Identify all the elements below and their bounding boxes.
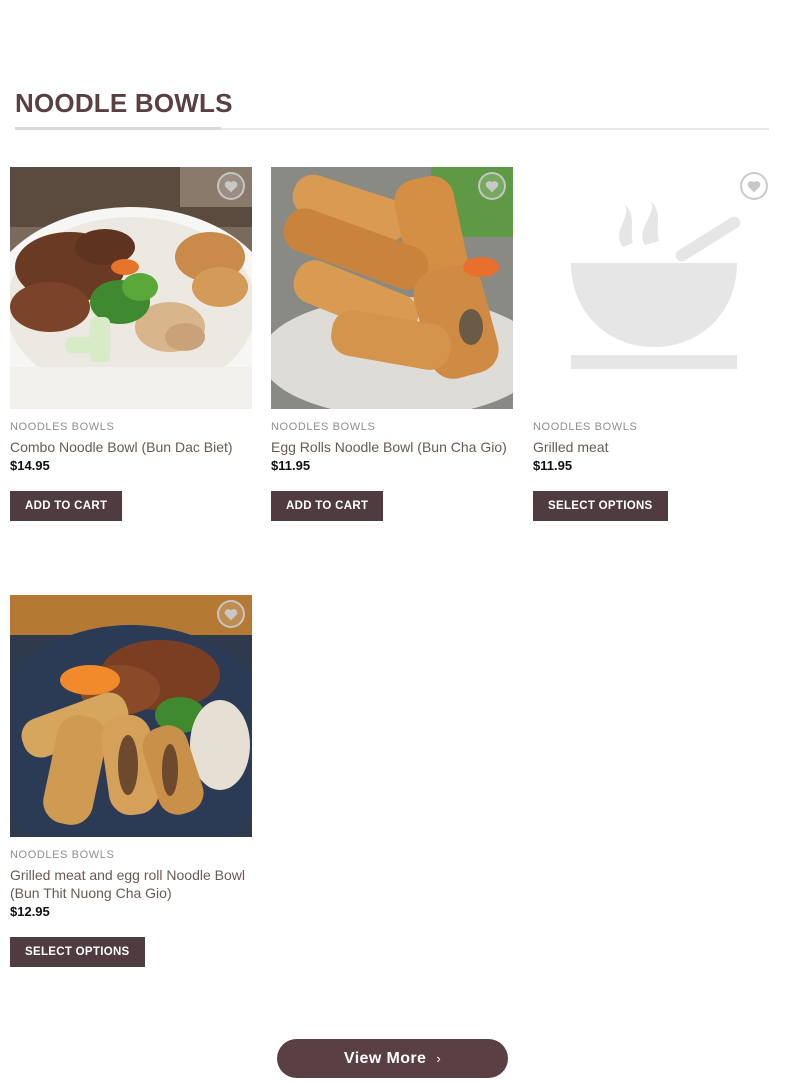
soup-bowl-icon	[533, 167, 775, 409]
heart-icon	[747, 180, 761, 192]
product-price: $11.95	[533, 458, 573, 473]
wishlist-button[interactable]	[217, 600, 245, 628]
view-more-button[interactable]: View More ›	[277, 1039, 508, 1078]
product-category[interactable]: NOODLES BOWLS	[10, 421, 252, 433]
wishlist-button[interactable]	[740, 172, 768, 200]
view-more-label: View More	[343, 1049, 427, 1067]
product-category[interactable]: NOODLES BOWLS	[10, 849, 252, 861]
product-image-grilled-meat-egg-roll-noodle-bowl[interactable]	[10, 595, 252, 837]
product-name[interactable]: Grilled meat and egg roll Noodle Bowl (B…	[10, 866, 252, 902]
product-name[interactable]: Grilled meat	[533, 438, 775, 456]
product-price: $14.95	[10, 458, 50, 473]
wishlist-button[interactable]	[478, 172, 506, 200]
heart-icon	[485, 180, 499, 192]
add-to-cart-button[interactable]: ADD TO CART	[10, 491, 123, 521]
chevron-right-icon: ›	[436, 1051, 442, 1066]
section-title: NOODLE BOWLS	[15, 88, 233, 118]
select-options-button[interactable]: SELECT OPTIONS	[10, 937, 145, 967]
product-card: NOODLES BOWLS Egg Rolls Noodle Bowl (Bun…	[271, 167, 513, 521]
wishlist-button[interactable]	[217, 172, 245, 200]
heart-icon	[224, 180, 238, 192]
product-category[interactable]: NOODLES BOWLS	[533, 421, 775, 433]
product-price: $12.95	[10, 904, 50, 919]
product-image-egg-rolls-noodle-bowl[interactable]	[271, 167, 513, 409]
add-to-cart-button[interactable]: ADD TO CART	[271, 491, 384, 521]
product-card: NOODLES BOWLS Grilled meat $11.95 SELECT…	[533, 167, 775, 521]
product-name[interactable]: Egg Rolls Noodle Bowl (Bun Cha Gio)	[271, 438, 513, 456]
product-card: NOODLES BOWLS Combo Noodle Bowl (Bun Dac…	[10, 167, 252, 521]
heart-icon	[224, 608, 238, 620]
title-underline	[15, 127, 221, 130]
product-name[interactable]: Combo Noodle Bowl (Bun Dac Biet)	[10, 438, 252, 456]
product-card: NOODLES BOWLS Grilled meat and egg roll …	[10, 595, 252, 967]
product-image-combo-noodle-bowl[interactable]	[10, 167, 252, 409]
product-price: $11.95	[271, 458, 311, 473]
product-image-grilled-meat[interactable]	[533, 167, 775, 409]
select-options-button[interactable]: SELECT OPTIONS	[533, 491, 668, 521]
product-category[interactable]: NOODLES BOWLS	[271, 421, 513, 433]
